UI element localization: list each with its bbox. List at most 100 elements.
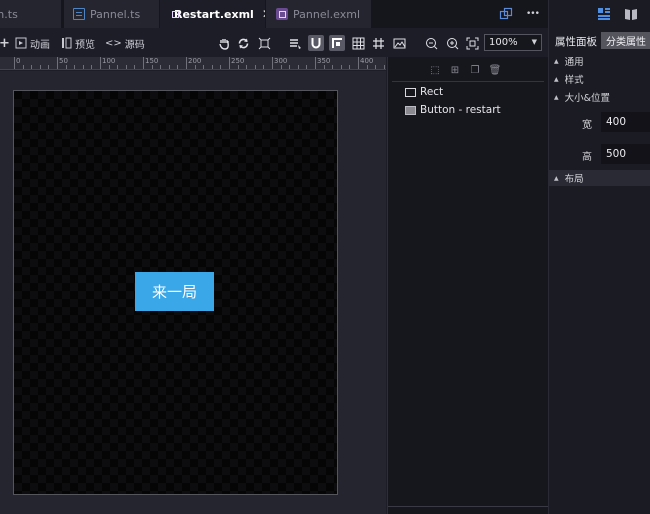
ruler-tick xyxy=(117,65,119,69)
ruler-tick xyxy=(254,65,256,69)
fit-screen-icon[interactable] xyxy=(256,35,272,51)
editor-tabbar: Main.ts Pannel.ts Restart.exml ✕ Pannel.… xyxy=(0,0,548,28)
tab-category-props[interactable]: 分类属性 xyxy=(601,32,650,49)
tab-pannel-exml[interactable]: Pannel.exml xyxy=(266,0,372,28)
ruler-tick xyxy=(125,65,127,69)
ruler-tick xyxy=(203,65,205,69)
layer-label: Rect xyxy=(420,86,444,98)
hand-tool-icon[interactable] xyxy=(216,35,232,51)
ruler-tick xyxy=(177,65,179,69)
ruler-tick xyxy=(168,65,170,69)
section-general[interactable]: ▲ 通用 xyxy=(549,53,650,69)
ruler-label: 200 xyxy=(188,57,202,65)
ruler-label: 400 xyxy=(360,57,374,65)
ruler-tick xyxy=(14,57,15,69)
stage-rect[interactable]: 来一局 xyxy=(13,90,338,495)
table-grid-icon[interactable] xyxy=(350,35,366,51)
ungroup-icon[interactable]: ⊞ xyxy=(448,63,462,77)
ruler-tick xyxy=(340,65,342,69)
height-label: 高 xyxy=(582,152,592,163)
layer-item-rect[interactable]: Rect xyxy=(405,84,443,100)
preview-icon xyxy=(62,37,72,49)
source-button[interactable]: <> 源码 xyxy=(105,34,145,52)
width-label: 宽 xyxy=(582,120,592,131)
section-label: 布局 xyxy=(564,174,584,185)
ruler-tick xyxy=(82,65,84,69)
trash-icon[interactable]: 🗑 xyxy=(488,63,502,77)
ruler-tick xyxy=(315,57,316,69)
animation-button[interactable]: 动画 xyxy=(15,34,50,52)
ruler-tick xyxy=(229,57,230,69)
ruler-tick xyxy=(48,65,50,69)
ruler-tick xyxy=(143,57,144,69)
ruler-tick xyxy=(31,65,33,69)
ruler-tick xyxy=(22,65,24,69)
ruler-tick xyxy=(280,65,282,69)
ruler-tick xyxy=(211,65,213,69)
grid-hash-icon[interactable] xyxy=(370,35,386,51)
zoom-in-icon[interactable] xyxy=(444,35,460,51)
refresh-icon[interactable] xyxy=(235,35,251,51)
add-button[interactable]: + xyxy=(0,34,10,52)
group-icon[interactable]: ⬚ xyxy=(428,63,442,77)
ruler-tick xyxy=(246,65,248,69)
props-header: 属性面板 分类属性 xyxy=(549,30,650,52)
restart-button[interactable]: 来一局 xyxy=(135,272,214,311)
ruler-tick xyxy=(160,65,162,69)
align-corner-icon[interactable] xyxy=(329,35,345,51)
ruler-tick xyxy=(332,65,334,69)
tab-main-ts[interactable]: Main.ts xyxy=(0,0,62,28)
more-icon[interactable]: ••• xyxy=(526,9,540,19)
section-size-position[interactable]: ▲ 大小&位置 xyxy=(549,89,650,105)
ruler-tick xyxy=(91,65,93,69)
ruler-tick xyxy=(349,65,351,69)
ruler-label: 150 xyxy=(145,57,159,65)
typescript-file-icon xyxy=(73,8,85,20)
ruler-label: 250 xyxy=(231,57,245,65)
zoom-out-icon[interactable] xyxy=(423,35,439,51)
collapse-triangle-icon: ▲ xyxy=(554,57,559,65)
copy-icon[interactable]: ❐ xyxy=(468,63,482,77)
zoom-select[interactable]: 100% ▼ xyxy=(484,34,542,51)
link-icon[interactable] xyxy=(498,6,514,22)
tab-label: Restart.exml xyxy=(174,7,254,21)
ruler-tick xyxy=(383,65,385,69)
layer-item-button[interactable]: Button - restart xyxy=(405,102,501,118)
design-canvas[interactable]: 来一局 xyxy=(0,71,386,514)
ruler-tick xyxy=(375,65,377,69)
ruler-tick xyxy=(323,65,325,69)
layers-tool-icon[interactable] xyxy=(287,35,303,51)
ruler-tick xyxy=(194,65,196,69)
ruler-label: 0 xyxy=(16,57,21,65)
preview-label: 预览 xyxy=(75,39,95,51)
book-icon[interactable] xyxy=(624,7,638,24)
layer-tools: ⬚ ⊞ ❐ 🗑 xyxy=(428,63,502,79)
height-field[interactable]: 500 xyxy=(601,144,650,164)
layer-panel-footer xyxy=(388,506,548,514)
section-label: 大小&位置 xyxy=(564,93,611,104)
collapse-triangle-icon: ▲ xyxy=(554,93,559,101)
section-style[interactable]: ▲ 样式 xyxy=(549,71,650,87)
ruler-tick xyxy=(134,65,136,69)
animation-label: 动画 xyxy=(30,39,50,51)
properties-view-icon[interactable] xyxy=(597,7,611,24)
tab-label: Pannel.exml xyxy=(293,7,360,21)
layer-label: Button - restart xyxy=(420,104,501,116)
tab-restart-exml[interactable]: Restart.exml ✕ xyxy=(160,0,266,28)
tabbar-tools: ••• xyxy=(498,0,540,28)
ruler-tick xyxy=(186,57,187,69)
zoom-value: 100% xyxy=(489,37,518,48)
section-label: 通用 xyxy=(564,57,584,68)
magnet-snap-icon[interactable] xyxy=(308,35,324,51)
collapse-triangle-icon: ▲ xyxy=(554,174,559,182)
preview-button[interactable]: 预览 xyxy=(61,34,95,52)
fit-zoom-icon[interactable] xyxy=(464,35,480,51)
section-layout[interactable]: ▲ 布局 xyxy=(549,170,650,186)
tab-pannel-ts[interactable]: Pannel.ts xyxy=(64,0,160,28)
image-icon[interactable] xyxy=(391,35,407,51)
ruler-tick xyxy=(151,65,153,69)
ruler-tick xyxy=(237,65,239,69)
ruler-label: 50 xyxy=(59,57,68,65)
width-field[interactable]: 400 xyxy=(601,112,650,132)
animation-icon xyxy=(15,37,27,49)
